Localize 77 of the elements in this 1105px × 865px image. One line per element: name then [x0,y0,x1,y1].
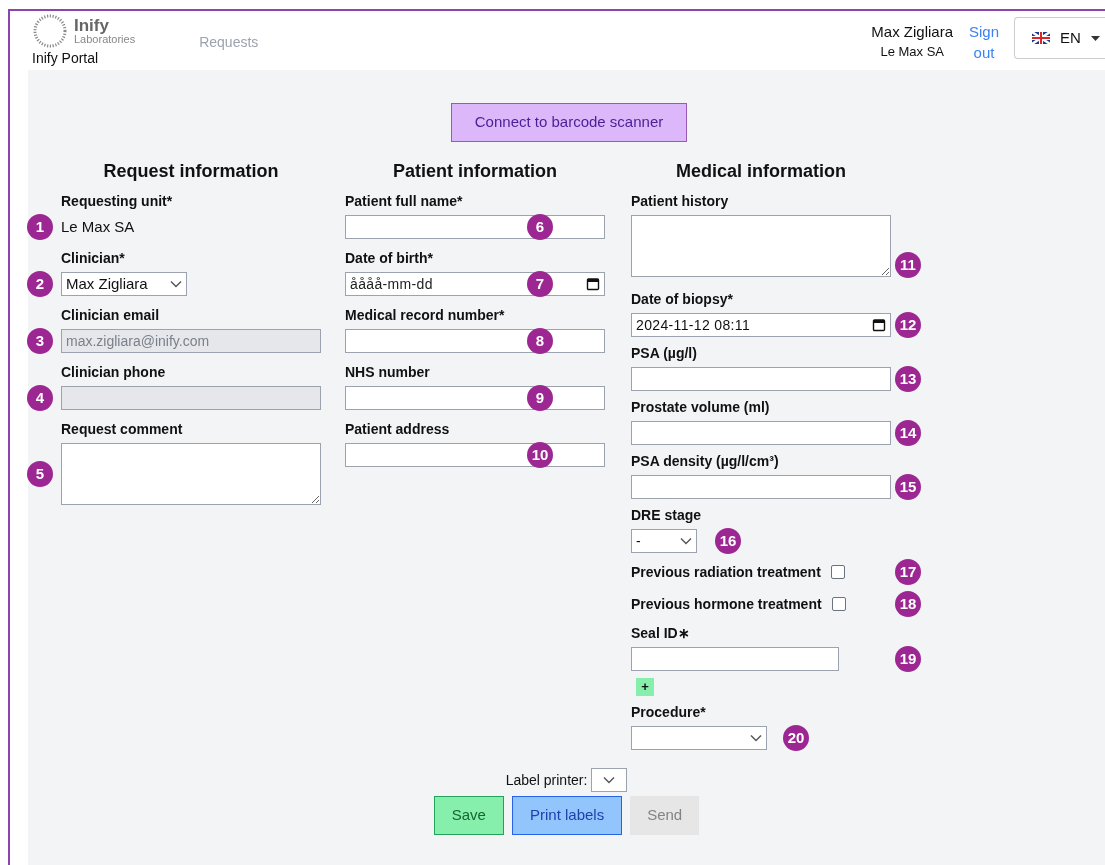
checkbox[interactable] [831,597,846,611]
user-name: Max Zigliara [871,22,953,42]
select-field[interactable] [631,726,767,750]
field-label: NHS number [345,363,431,382]
chevron-down-icon [603,776,616,784]
select-field[interactable]: Max Zigliara [61,272,187,296]
annotation-marker: 13 [895,366,921,392]
field-label: Prostate volume (ml) [631,398,771,417]
sign-out-link[interactable]: Sign out [967,21,1001,63]
field-label: PSA (µg/l) [631,344,698,363]
checkbox[interactable] [830,565,845,579]
text-input[interactable] [631,475,891,499]
annotation-marker: 3 [27,328,53,354]
text-input[interactable] [631,647,839,671]
annotation-marker: 4 [27,385,53,411]
annotation-marker: 2 [27,271,53,297]
field-label: Requesting unit* [61,192,174,211]
field-label: Previous hormone treatment [631,594,822,614]
field-label: Patient full name* [345,192,464,211]
text-input[interactable] [345,215,605,239]
text-input[interactable] [345,386,605,410]
action-button[interactable]: Print labels [511,796,623,835]
barcode-scanner-button[interactable]: Connect to barcode scanner [451,103,687,142]
logo-subtitle: Laboratories [74,34,136,45]
field-label: Clinician* [61,249,126,268]
logo-text: Inify [74,17,110,34]
text-area[interactable] [631,215,891,277]
annotation-marker: 17 [895,559,921,585]
portal-title: Inify Portal [32,49,100,68]
caret-icon [1090,35,1100,41]
field-label: Clinician phone [61,363,167,382]
annotation-marker: 15 [895,474,921,500]
annotation-marker: 5 [27,461,53,487]
chevron-down-icon [750,734,762,742]
label-printer-label: Label printer: [505,770,588,790]
annotation-marker: 18 [895,591,921,617]
action-button[interactable]: Save [433,796,504,835]
field-label: Medical record number* [345,306,506,325]
text-input[interactable] [631,421,891,445]
chevron-down-icon [170,280,182,288]
field-label: Request comment [61,420,184,439]
add-button[interactable]: + [636,678,654,696]
calendar-icon[interactable] [586,277,600,291]
field-label: PSA density (µg/l/cm³) [631,452,780,471]
text-input[interactable] [345,443,605,467]
annotation-marker: 19 [895,646,921,672]
text-input[interactable] [345,329,605,353]
calendar-icon[interactable] [872,318,886,332]
field-label: Date of birth* [345,249,434,268]
chevron-down-icon [680,537,692,545]
date-input[interactable]: 2024-11-12 08:11 [631,313,891,337]
language-button[interactable]: EN [1014,17,1105,59]
text-area[interactable] [61,443,321,505]
field-label: Seal ID∗ [631,624,691,643]
field-label: Patient history [631,192,730,211]
field-value: Le Max SA [61,216,135,237]
select-field[interactable]: - [631,529,697,553]
field-label: DRE stage [631,506,703,525]
annotation-marker: 20 [783,725,809,751]
annotation-marker: 14 [895,420,921,446]
flag-icon [1032,32,1050,44]
annotation-marker: 1 [27,214,53,240]
field-label: Patient address [345,420,451,439]
annotation-marker: 11 [895,252,921,278]
field-label: Previous radiation treatment [631,562,821,582]
section-heading: Patient information [392,160,558,183]
logo-icon [32,13,68,49]
label-printer-select[interactable] [591,768,628,792]
field-label: Clinician email [61,306,161,325]
field-label: Date of biopsy* [631,290,734,309]
text-input[interactable] [631,367,891,391]
user-organization: Le Max SA [880,43,945,61]
field-label: Procedure* [631,703,707,722]
section-heading: Medical information [675,160,847,183]
annotation-marker: 12 [895,312,921,338]
section-heading: Request information [102,160,280,183]
annotation-marker: 16 [715,528,741,554]
